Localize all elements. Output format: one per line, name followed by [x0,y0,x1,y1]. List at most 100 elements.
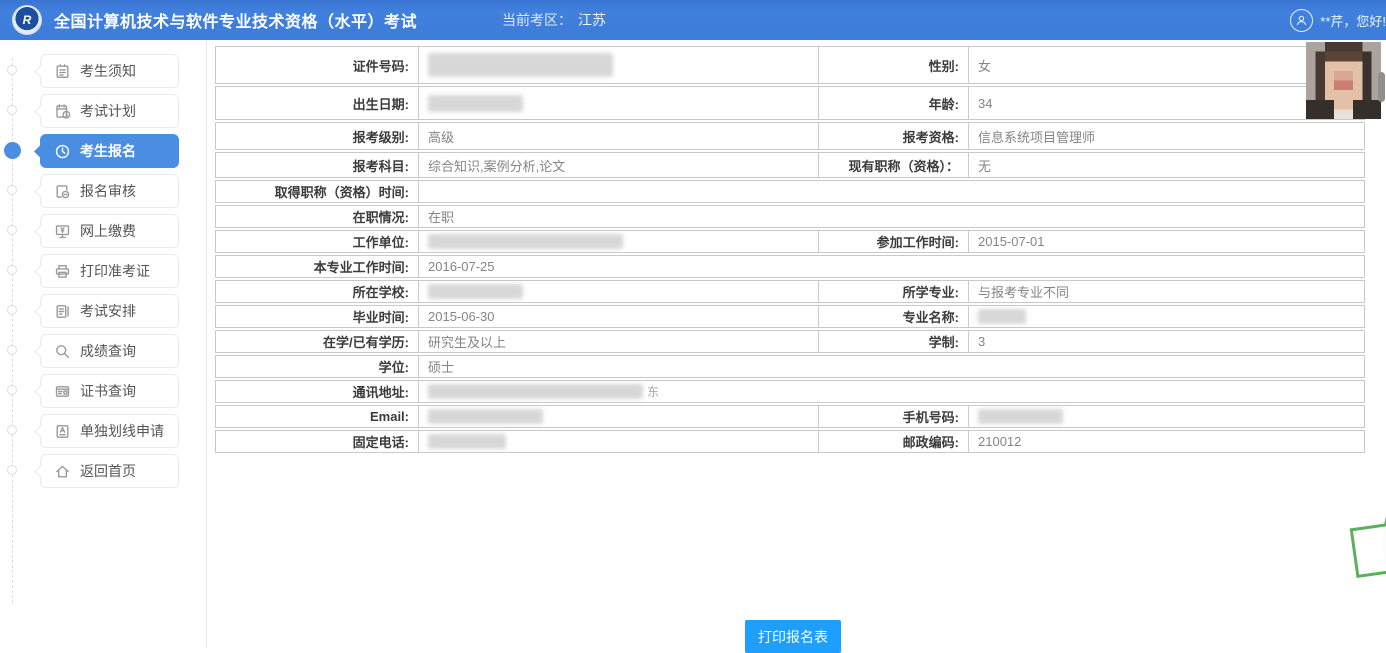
scrollbar-thumb[interactable] [1378,72,1385,102]
sidebar-item-back-home[interactable]: 返回首页 [40,454,179,488]
field-label: 所学专业: [819,281,969,302]
form-row: 学位:硕士 [215,355,1365,378]
form-row: 报考科目:综合知识,案例分析,论文现有职称（资格）：无 [215,152,1365,178]
region-value[interactable]: 江苏 [578,12,606,28]
sidebar-item-exam-plan[interactable]: 考试计划 [40,94,179,128]
field-value: 2015-06-30 [419,306,819,327]
sidebar-row-back-home: 返回首页 [0,454,206,488]
timeline-dot [7,185,17,195]
redacted-value [978,309,1026,324]
sidebar-item-exam-schedule[interactable]: 考试安排 [40,294,179,328]
sidebar-item-label: 报名审核 [80,181,136,201]
sidebar-item-label: 考生须知 [80,61,136,81]
certificate-icon [54,383,71,400]
field-value: 综合知识,案例分析,论文 [419,153,819,177]
sidebar-row-exam-plan: 考试计划 [0,94,206,128]
field-value: 3 [969,331,1364,352]
field-label: 性别: [819,47,969,83]
sidebar-item-label: 单独划线申请 [80,421,164,441]
field-label: 学位: [216,356,419,377]
print-icon [54,263,71,280]
sidebar-item-registration-review[interactable]: 报名审核 [40,174,179,208]
field-value: 高级 [419,123,819,149]
field-label: 本专业工作时间: [216,256,419,277]
redacted-value [978,409,1063,424]
field-label: 邮政编码: [819,431,969,452]
timeline-dot [7,465,17,475]
sidebar-row-certificate-inquiry: 证书查询 [0,374,206,408]
field-label: 在学/已有学历: [216,331,419,352]
schedule-icon [54,303,71,320]
redacted-value [428,95,523,112]
field-value [419,231,819,252]
sidebar-item-candidate-notice[interactable]: 考生须知 [40,54,179,88]
form-row: 所在学校: 所学专业:与报考专业不同 [215,280,1365,303]
applicant-photo [1306,42,1381,119]
field-value [419,431,819,452]
sidebar-row-print-admission-ticket: 打印准考证 [0,254,206,288]
field-value [419,47,819,83]
timeline-dot [7,305,17,315]
app-title: 全国计算机技术与软件专业技术资格（水平）考试 [54,8,417,32]
sidebar-nav: 考生须知考试计划考生报名报名审核网上缴费打印准考证考试安排成绩查询证书查询单独划… [0,40,207,647]
timeline-dot [7,265,17,275]
field-value: 信息系统项目管理师 [969,123,1364,149]
print-registration-form-button[interactable]: 打印报名表 [745,620,841,653]
redacted-value [428,284,523,299]
separate-icon [54,423,71,440]
redacted-value [428,384,643,399]
notice-icon [54,63,71,80]
field-label: 毕业时间: [216,306,419,327]
field-label: 专业名称: [819,306,969,327]
value-suffix: 东 [647,383,659,400]
payment-icon [54,223,71,240]
form-row: 在职情况:在职 [215,205,1365,228]
form-row: 报考级别:高级报考资格:信息系统项目管理师 [215,122,1365,150]
user-greeting: **芹，您好! [1320,11,1386,30]
field-label: 手机号码: [819,406,969,427]
field-value: 无 [969,153,1364,177]
form-row: 本专业工作时间:2016-07-25 [215,255,1365,278]
timeline-dot [7,105,17,115]
sidebar-item-score-inquiry[interactable]: 成绩查询 [40,334,179,368]
redacted-value [428,434,506,449]
field-value [969,306,1364,327]
score-icon [54,343,71,360]
field-label: 所在学校: [216,281,419,302]
stamp-crown-icon [1358,478,1386,510]
field-label: 报考科目: [216,153,419,177]
clock-icon [54,143,71,160]
form-row: Email:手机号码: [215,405,1365,428]
sidebar-item-print-admission-ticket[interactable]: 打印准考证 [40,254,179,288]
field-value: 研究生及以上 [419,331,819,352]
registration-success-stamp: 报名成功 [1355,446,1386,652]
timeline-dot-active [4,142,21,159]
sidebar-item-certificate-inquiry[interactable]: 证书查询 [40,374,179,408]
field-value [419,181,1364,202]
field-value: 与报考专业不同 [969,281,1364,302]
sidebar-row-separate-line-application: 单独划线申请 [0,414,206,448]
current-exam-region: 当前考区： 江苏 [502,10,606,30]
home-icon [54,463,71,480]
sidebar-row-online-payment: 网上缴费 [0,214,206,248]
field-value: 硕士 [419,356,1364,377]
sidebar-item-label: 网上缴费 [80,221,136,241]
user-menu[interactable]: **芹，您好! [1290,9,1386,32]
form-row: 证件号码:性别:女 [215,46,1365,84]
field-label: 出生日期: [216,87,419,119]
field-label: 年龄: [819,87,969,119]
plan-icon [54,103,71,120]
sidebar-item-label: 证书查询 [80,381,136,401]
sidebar-item-online-payment[interactable]: 网上缴费 [40,214,179,248]
form-row: 出生日期: 年龄:34 [215,86,1365,120]
sidebar-row-registration-review: 报名审核 [0,174,206,208]
field-value: 34 [969,87,1364,119]
field-label: 学制: [819,331,969,352]
region-label: 当前考区： [502,12,572,28]
timeline-dot [7,65,17,75]
sidebar-item-label: 打印准考证 [80,261,150,281]
site-logo-icon: R [12,5,42,35]
sidebar-item-candidate-registration[interactable]: 考生报名 [40,134,179,168]
form-row: 毕业时间:2015-06-30专业名称: [215,305,1365,328]
sidebar-item-separate-line-application[interactable]: 单独划线申请 [40,414,179,448]
